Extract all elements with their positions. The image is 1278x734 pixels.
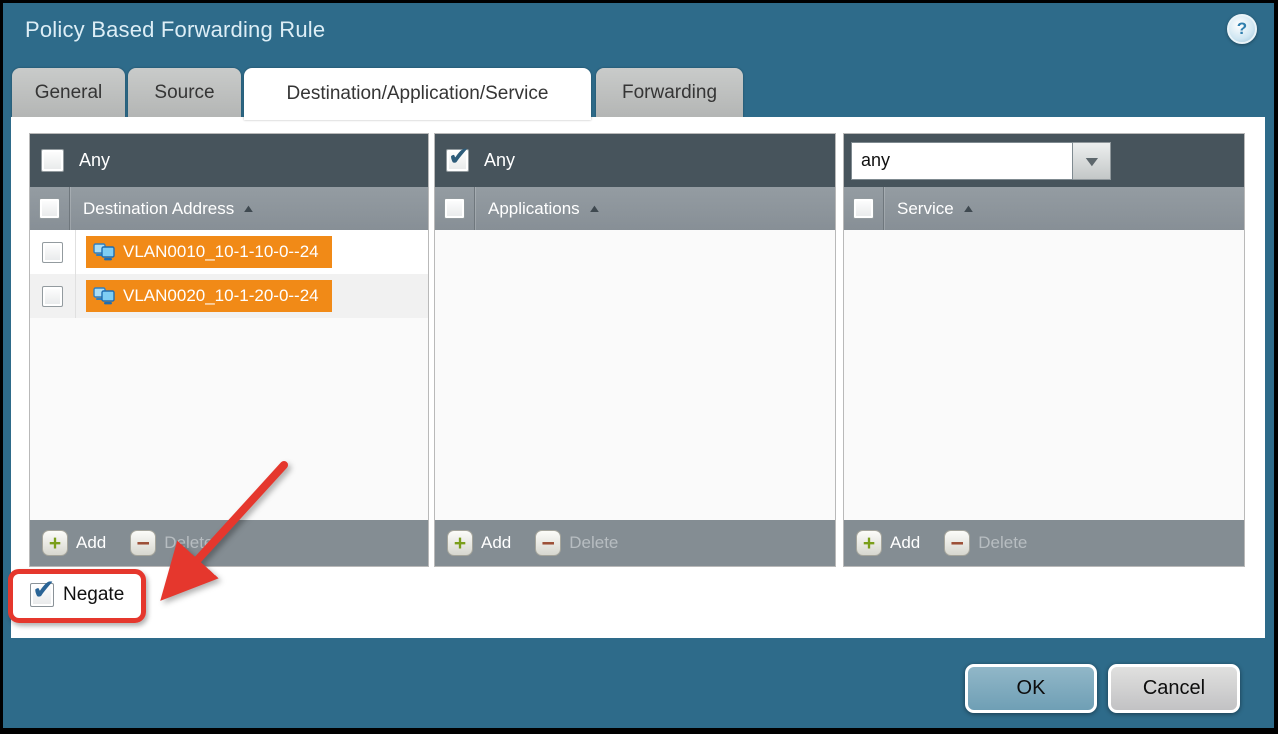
applications-panel: ✔ Any Applications ▲ + Add [434,133,836,567]
delete-button[interactable]: − Delete [944,530,1027,556]
delete-label: Delete [569,533,618,553]
delete-button[interactable]: − Delete [535,530,618,556]
address-object-item[interactable]: VLAN0020_10-1-20-0--24 [86,280,332,312]
service-list [844,230,1244,520]
minus-glyph: − [542,532,555,555]
service-selector-bar: any ▼ [844,134,1244,187]
delete-icon: − [535,530,561,556]
checkmark-icon: ✔ [32,573,55,606]
applications-any-checkbox[interactable]: ✔ [446,149,469,172]
tab-label: Source [154,82,214,104]
service-header-row: Service ▲ [844,187,1244,230]
ok-button[interactable]: OK [965,664,1097,713]
tab-destination-application-service[interactable]: Destination/Application/Service [244,68,591,120]
sort-asc-icon: ▲ [241,203,256,215]
tab-label: General [35,82,103,104]
select-all-cell [30,187,70,230]
row-checkbox[interactable] [42,242,63,263]
cancel-button[interactable]: Cancel [1108,664,1240,713]
address-object-item[interactable]: VLAN0010_10-1-10-0--24 [86,236,332,268]
chevron-down-icon: ▼ [1081,153,1102,169]
service-dropdown: any ▼ [851,142,1111,180]
plus-glyph: + [863,533,875,554]
add-button[interactable]: + Add [856,530,920,556]
dialog-window: Policy Based Forwarding Rule ? General S… [0,0,1278,734]
header-label: Applications [488,199,580,219]
plus-glyph: + [49,533,61,554]
service-dropdown-value[interactable]: any [851,142,1073,180]
destination-select-all-checkbox[interactable] [39,198,60,219]
plus-glyph: + [454,533,466,554]
table-row: VLAN0020_10-1-20-0--24 [30,274,428,318]
destination-column-header[interactable]: Destination Address ▲ [83,199,254,219]
minus-glyph: − [951,532,964,555]
destination-any-label: Any [79,150,110,171]
delete-button[interactable]: − Delete [130,530,213,556]
select-all-cell [435,187,475,230]
sort-asc-icon: ▲ [961,203,976,215]
row-checkbox-cell [30,230,76,274]
applications-any-bar: ✔ Any [435,134,835,187]
destination-actions-bar: + Add − Delete [30,520,428,566]
tab-general[interactable]: General [12,68,125,118]
applications-actions-bar: + Add − Delete [435,520,835,566]
delete-label: Delete [978,533,1027,553]
negate-row: ✔ Negate [30,583,124,607]
applications-any-label: Any [484,150,515,171]
help-icon[interactable]: ? [1227,14,1257,44]
tab-label: Destination/Application/Service [287,83,549,105]
applications-header-row: Applications ▲ [435,187,835,230]
service-actions-bar: + Add − Delete [844,520,1244,566]
add-label: Add [890,533,920,553]
network-icon [92,286,116,307]
network-icon [92,242,116,263]
delete-icon: − [130,530,156,556]
table-row: VLAN0010_10-1-10-0--24 [30,230,428,274]
checkmark-icon: ✔ [448,141,470,172]
row-checkbox-cell [30,274,76,318]
destination-header-row: Destination Address ▲ [30,187,428,230]
negate-checkbox[interactable]: ✔ [30,583,54,607]
add-button[interactable]: + Add [447,530,511,556]
destination-any-checkbox[interactable] [41,149,64,172]
destination-address-list: VLAN0010_10-1-10-0--24 VLAN [30,230,428,520]
delete-icon: − [944,530,970,556]
tab-source[interactable]: Source [128,68,241,118]
tab-label: Forwarding [622,82,717,104]
add-icon: + [42,530,68,556]
header-label: Service [897,199,954,219]
tab-content-area: Any Destination Address ▲ [11,117,1265,638]
sort-asc-icon: ▲ [587,203,602,215]
help-glyph: ? [1237,19,1247,39]
add-icon: + [447,530,473,556]
applications-column-header[interactable]: Applications ▲ [488,199,600,219]
header-label: Destination Address [83,199,234,219]
address-object-label: VLAN0010_10-1-10-0--24 [123,242,319,262]
minus-glyph: − [137,532,150,555]
dialog-title: Policy Based Forwarding Rule [25,17,325,43]
select-all-cell [844,187,884,230]
tab-forwarding[interactable]: Forwarding [596,68,743,118]
add-label: Add [76,533,106,553]
delete-label: Delete [164,533,213,553]
add-icon: + [856,530,882,556]
negate-label: Negate [63,584,124,606]
add-label: Add [481,533,511,553]
service-select-all-checkbox[interactable] [853,198,874,219]
row-checkbox[interactable] [42,286,63,307]
destination-address-panel: Any Destination Address ▲ [29,133,429,567]
service-panel: any ▼ Service ▲ + Add [843,133,1245,567]
applications-list [435,230,835,520]
add-button[interactable]: + Add [42,530,106,556]
service-column-header[interactable]: Service ▲ [897,199,974,219]
destination-any-bar: Any [30,134,428,187]
address-object-label: VLAN0020_10-1-20-0--24 [123,286,319,306]
applications-select-all-checkbox[interactable] [444,198,465,219]
dropdown-arrow-button[interactable]: ▼ [1073,142,1111,180]
